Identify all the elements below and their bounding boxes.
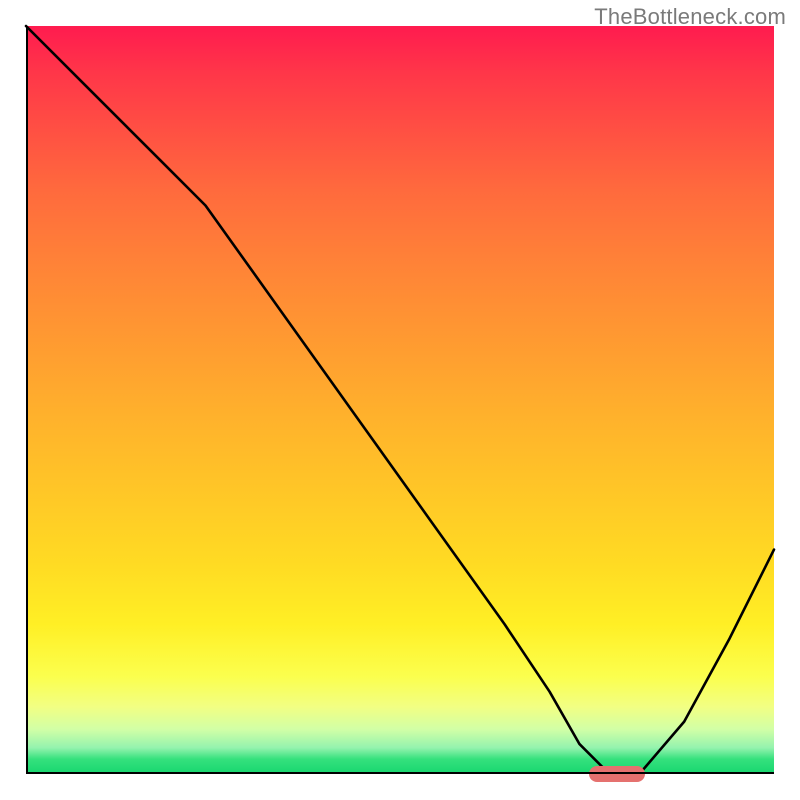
chart-container: TheBottleneck.com (0, 0, 800, 800)
optimal-marker-icon (589, 766, 645, 782)
chart-svg-overlay (26, 26, 774, 774)
bottleneck-curve (26, 26, 774, 774)
watermark-text: TheBottleneck.com (594, 4, 786, 30)
